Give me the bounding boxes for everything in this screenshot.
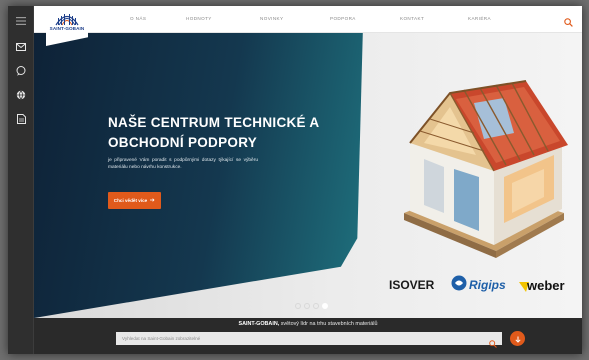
top-navigation: O NÁS HODNOTY NOVINKY PODPORA KONTAKT KA…	[34, 6, 582, 33]
logo-arch-icon	[55, 14, 79, 26]
tagline-text: světový lídr na trhu stavebních materiál…	[279, 321, 378, 327]
house-cutaway-illustration	[404, 80, 568, 258]
nav-item-values[interactable]: HODNOTY	[186, 16, 212, 21]
arrow-down-icon	[514, 330, 521, 348]
tagline: SAINT-GOBAIN, světový lídr na trhu stave…	[34, 321, 582, 327]
slider-dot[interactable]	[304, 303, 310, 309]
hero-title: NAŠE CENTRUM TECHNICKÉ A OBCHODNÍ PODPOR…	[108, 115, 319, 150]
slider-dot[interactable]	[313, 303, 319, 309]
search-icon[interactable]	[489, 335, 497, 348]
brand-logos: ISOVER Rigips weber	[389, 273, 582, 298]
rigips-badge-icon	[451, 275, 467, 296]
hero-banner: NAŠE CENTRUM TECHNICKÉ A OBCHODNÍ PODPOR…	[34, 33, 582, 318]
nav-item-news[interactable]: NOVINKY	[260, 16, 283, 21]
logo-text: SAINT-GOBAIN	[49, 26, 85, 31]
arrow-right-icon	[150, 198, 155, 203]
site-search-input[interactable]	[116, 332, 502, 345]
site-search-bar: SAINT-GOBAIN, světový lídr na trhu stave…	[34, 318, 582, 354]
nav-item-about[interactable]: O NÁS	[130, 16, 146, 21]
brand-isover[interactable]: ISOVER	[389, 278, 434, 292]
slider-dots	[295, 303, 328, 309]
mail-icon[interactable]	[14, 40, 28, 54]
learn-more-label: Chci vědět více	[113, 198, 148, 203]
nav-item-contact[interactable]: KONTAKT	[400, 16, 424, 21]
scroll-down-button[interactable]	[510, 331, 525, 346]
slider-dot-active[interactable]	[322, 303, 328, 309]
brand-weber[interactable]: weber	[527, 278, 565, 293]
nav-item-careers[interactable]: KARIÉRA	[468, 16, 491, 21]
tagline-brand: SAINT-GOBAIN,	[238, 321, 280, 327]
side-rail	[8, 6, 34, 354]
globe-icon[interactable]	[14, 88, 28, 102]
document-icon[interactable]	[14, 112, 28, 126]
brand-rigips[interactable]: Rigips	[469, 278, 506, 292]
hero-description: je připravené Vám poradit s podpůrnými d…	[108, 158, 258, 171]
browser-frame: O NÁS HODNOTY NOVINKY PODPORA KONTAKT KA…	[8, 6, 582, 354]
nav-item-support[interactable]: PODPORA	[330, 16, 356, 21]
learn-more-button[interactable]: Chci vědět více	[108, 192, 161, 209]
menu-icon[interactable]	[14, 14, 28, 28]
slider-dot[interactable]	[295, 303, 301, 309]
search-icon[interactable]	[564, 14, 574, 27]
chat-icon[interactable]	[14, 64, 28, 78]
